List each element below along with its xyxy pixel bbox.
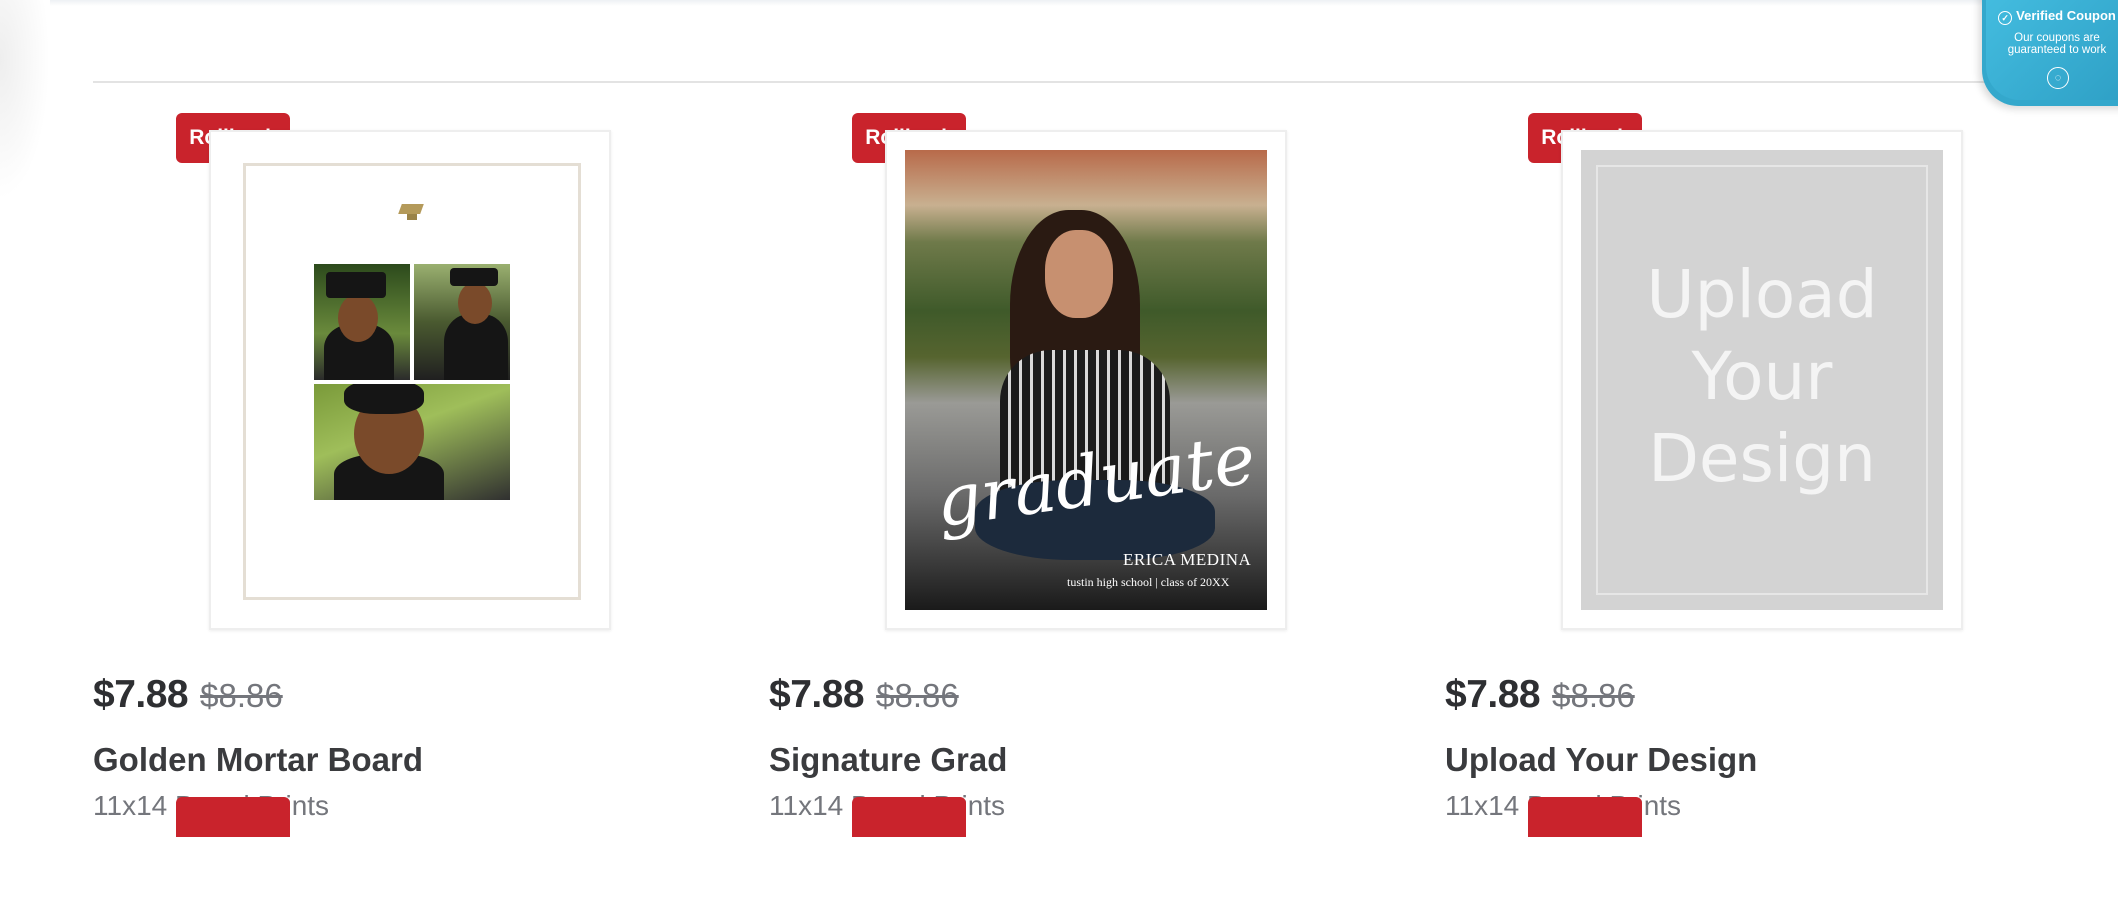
mortarboard-base — [407, 214, 417, 220]
left-edge-shadow — [0, 0, 50, 200]
graduate-name: ERICA MEDINA — [1123, 550, 1252, 569]
current-price: $7.88 — [769, 673, 865, 716]
current-price: $7.88 — [1445, 673, 1541, 716]
product-card-golden-mortar-board[interactable]: Rollback $7.88$8.86 Golden Mortar Board … — [93, 113, 653, 843]
product-card-upload-your-design[interactable]: Rollback Upload Your Design $7.88$8.86 U… — [1445, 113, 2005, 843]
graduate-school: tustin high school | class of 20XX — [1067, 575, 1230, 589]
verified-coupon-title: ✓ Verified Coupon — [1992, 8, 2118, 25]
collage-photo-3 — [314, 384, 510, 500]
was-price: $8.86 — [200, 677, 283, 714]
was-price: $8.86 — [876, 677, 959, 714]
price-row: $7.88 $8.86 — [769, 673, 959, 717]
product-title[interactable]: Golden Mortar Board — [93, 741, 423, 779]
next-row-rollback-badge — [852, 797, 966, 837]
collage-photo-1 — [314, 264, 410, 380]
section-divider — [93, 81, 1993, 83]
product-image[interactable]: Upload Your Design — [1561, 130, 1963, 630]
product-title[interactable]: Signature Grad — [769, 741, 1007, 779]
collage-photo-2 — [414, 264, 510, 380]
price-row: $7.88 $8.86 — [93, 673, 283, 717]
coupon-tag-icon[interactable]: ◌ — [2047, 67, 2069, 89]
product-image[interactable] — [209, 130, 611, 630]
product-title[interactable]: Upload Your Design — [1445, 741, 1757, 779]
price-row: $7.88 $8.86 — [1445, 673, 1635, 717]
product-image[interactable]: graduate ERICA MEDINA tustin high school… — [885, 130, 1287, 630]
next-row-rollback-badge — [176, 797, 290, 837]
current-price: $7.88 — [93, 673, 189, 716]
graduate-photo: graduate ERICA MEDINA tustin high school… — [905, 150, 1267, 610]
verified-coupon-widget[interactable]: ✓ Verified Coupon Our coupons are guarant… — [1982, 0, 2118, 106]
next-row-rollback-badge — [1528, 797, 1642, 837]
was-price: $8.86 — [1552, 677, 1635, 714]
upload-placeholder-text: Upload Your Design — [1646, 256, 1878, 497]
print-border — [243, 163, 581, 600]
header-shadow — [0, 0, 2118, 6]
product-card-signature-grad[interactable]: Rollback graduate ERICA MEDINA tustin hi… — [769, 113, 1329, 843]
mortarboard-icon — [398, 204, 424, 214]
verified-coupon-subtitle: Our coupons are guaranteed to work — [2007, 32, 2107, 56]
check-circle-icon: ✓ — [1998, 11, 2013, 25]
